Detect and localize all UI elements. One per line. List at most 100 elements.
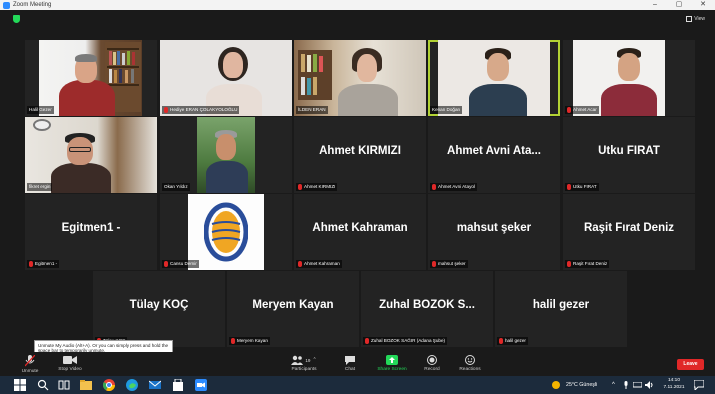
muted-mic-icon <box>432 261 436 267</box>
system-clock[interactable]: 14:10 7.11.2021 <box>660 378 688 391</box>
participant-tile-no-video[interactable]: Tülay KOÇ Tülay KOÇ <box>93 271 225 347</box>
muted-mic-icon <box>164 261 168 267</box>
bookshelf-graphic <box>298 50 332 100</box>
participant-tile-no-video[interactable]: Meryem Kayan Meryem Kayan <box>227 271 359 347</box>
participant-tile-no-video[interactable]: Raşit Fırat Deniz Raşit Fırat Deniz <box>563 194 695 270</box>
participant-tile-no-video[interactable]: Zuhal BOZOK S... Zuhal BOZOK SAĞIR (Adan… <box>361 271 493 347</box>
file-explorer-icon[interactable] <box>80 379 92 391</box>
share-screen-label: Share Screen <box>377 367 407 372</box>
stop-video-label: Stop Video <box>58 367 82 372</box>
video-tile[interactable]: fikret ergin <box>25 117 157 193</box>
chat-bubble-icon <box>345 356 355 365</box>
participants-icon <box>291 355 304 365</box>
chat-button[interactable]: Chat <box>336 352 364 376</box>
participant-tile-no-video[interactable]: Ahmet Avni Ata... Ahmet Avni Atayol <box>428 117 560 193</box>
muted-mic-icon <box>432 184 436 190</box>
record-button[interactable]: Record <box>418 352 446 376</box>
participants-label: Participants <box>291 367 317 372</box>
reactions-button[interactable]: Reactions <box>452 352 488 376</box>
participant-display-name: mahsut şeker <box>456 222 532 234</box>
participant-display-name: Ahmet KIRMIZI <box>319 145 401 157</box>
chrome-icon[interactable] <box>103 379 115 391</box>
volume-icon[interactable] <box>645 381 654 389</box>
participant-name-label: Zuhal BOZOK SAĞIR (Adana Şube) <box>363 337 448 345</box>
participant-name-label: Ahmet Avni Atayol <box>430 183 477 191</box>
participant-name-label: halil gezer <box>497 337 528 345</box>
stop-video-button[interactable]: Stop Video <box>52 352 88 376</box>
zoom-app-icon <box>3 1 10 9</box>
participant-name-label: Halil Gezer <box>27 106 54 114</box>
notification-icon[interactable] <box>694 380 704 390</box>
globe-logo-icon <box>204 202 248 262</box>
title-bar: Zoom Meeting – ▢ ✕ <box>0 0 715 10</box>
participant-tile-no-video[interactable]: Utku FIRAT Utku FIRAT <box>563 117 695 193</box>
windows-start-icon[interactable] <box>14 379 26 391</box>
record-label: Record <box>424 367 440 372</box>
chevron-up-icon[interactable]: ⌃ <box>312 357 316 363</box>
window-title: Zoom Meeting <box>13 2 52 8</box>
participant-name-label: Utku FIRAT <box>565 183 599 191</box>
muted-mic-icon <box>567 184 571 190</box>
participant-display-name: halil gezer <box>532 299 590 311</box>
muted-mic-icon <box>231 338 235 344</box>
zoom-window: Zoom Meeting – ▢ ✕ View Halil Gezer Hedi… <box>0 0 715 394</box>
participant-name-label: Ahmet KIRMIZI <box>296 183 338 191</box>
participant-name-label: mahsut şeker <box>430 260 468 268</box>
mail-icon[interactable] <box>149 379 161 391</box>
restore-button[interactable]: ▢ <box>667 0 691 10</box>
participant-name-label: fikret ergin <box>27 183 53 191</box>
participant-tile-no-video[interactable]: Ahmet Kahraman Ahmet Kahraman <box>294 194 426 270</box>
chat-label: Chat <box>344 367 356 372</box>
view-button[interactable]: View <box>686 14 705 23</box>
participant-name-label: Egitmen1 - <box>27 260 60 268</box>
store-icon[interactable] <box>172 379 184 391</box>
leave-button[interactable]: Leave <box>677 359 704 370</box>
view-label: View <box>694 15 705 22</box>
muted-microphone-icon <box>25 355 35 367</box>
weather-sun-icon <box>552 381 560 389</box>
participant-tile-no-video[interactable]: halil gezer halil gezer <box>495 271 627 347</box>
participant-name-label: Raşit Fırat Deniz <box>565 260 610 268</box>
video-tile[interactable]: Okan Yıldız <box>160 117 292 193</box>
participant-display-name: Meryem Kayan <box>252 299 334 311</box>
video-tile[interactable]: İLDEN ERAN <box>294 40 426 116</box>
unmute-button[interactable]: Unmute <box>14 352 46 376</box>
security-shield-icon[interactable] <box>13 15 20 23</box>
search-icon[interactable] <box>37 379 49 391</box>
muted-mic-icon <box>298 261 302 267</box>
edge-icon[interactable] <box>126 379 138 391</box>
weather-text[interactable]: 25°C Güneşli <box>566 376 597 394</box>
reactions-label: Reactions <box>459 367 481 372</box>
participant-tile-no-video[interactable]: Egitmen1 - Egitmen1 - <box>25 194 157 270</box>
share-screen-icon <box>386 355 398 365</box>
zoom-taskbar-icon[interactable] <box>195 379 207 391</box>
network-icon[interactable] <box>633 382 642 388</box>
participants-button[interactable]: 19 ⌃ Participants <box>284 352 324 376</box>
clock-date: 7.11.2021 <box>663 384 685 390</box>
muted-mic-icon <box>567 261 571 267</box>
share-screen-button[interactable]: Share Screen <box>372 352 412 376</box>
video-tile[interactable]: Halil Gezer <box>25 40 157 116</box>
video-tile[interactable]: Ahmet Acar <box>563 40 695 116</box>
muted-mic-icon <box>29 261 33 267</box>
participant-name-label: Okan Yıldız <box>162 183 190 191</box>
participant-name-label: Cansu Demir <box>162 260 199 268</box>
video-camera-icon <box>63 356 77 364</box>
task-view-icon[interactable] <box>58 379 70 391</box>
video-tile[interactable]: Cansu Demir <box>160 194 292 270</box>
meeting-toolbar: Unmute Stop Video 19 ⌃ Participants Chat… <box>0 352 715 376</box>
video-tile-active-speaker[interactable]: Kenan Doğan <box>428 40 560 116</box>
wall-clock-graphic <box>33 119 51 131</box>
participant-display-name: Zuhal BOZOK S... <box>379 299 475 311</box>
participant-tile-no-video[interactable]: Ahmet KIRMIZI Ahmet KIRMIZI <box>294 117 426 193</box>
participant-name-label: Hediye ERAN ÇOLAKYOLOĞLU <box>162 106 240 114</box>
grid-view-icon <box>686 15 693 22</box>
video-tile[interactable]: Hediye ERAN ÇOLAKYOLOĞLU <box>160 40 292 116</box>
tray-microphone-icon <box>624 381 628 389</box>
muted-mic-icon <box>365 338 369 344</box>
participant-name-label: İLDEN ERAN <box>296 106 328 114</box>
participant-tile-no-video[interactable]: mahsut şeker mahsut şeker <box>428 194 560 270</box>
tray-chevron-icon[interactable]: ^ <box>612 376 615 394</box>
close-button[interactable]: ✕ <box>691 0 715 10</box>
minimize-button[interactable]: – <box>643 0 667 10</box>
